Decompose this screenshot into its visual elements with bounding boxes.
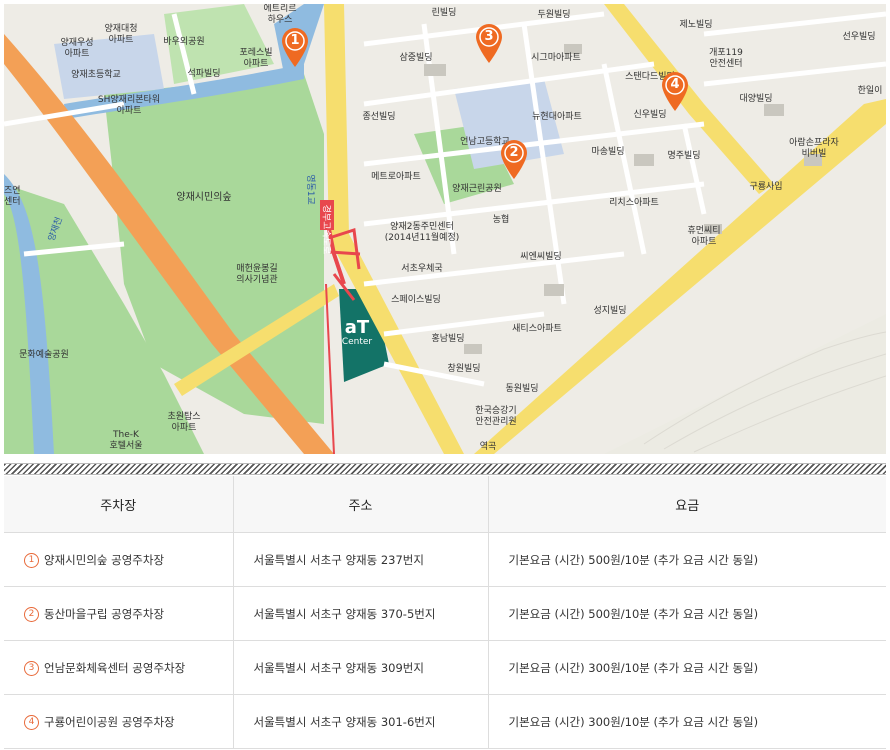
table-header-row: 주차장 주소 요금 — [4, 476, 886, 533]
label-forest-apt: 포레스빌 아파트 — [239, 48, 273, 69]
table-row: 2 동산마을구립 공영주차장 서울특별시 서초구 양재동 370-5번지 기본요금… — [4, 586, 886, 641]
table-row: 1 양재시민의숲 공영주차장 서울특별시 서초구 양재동 237번지 기본요금 (… — [4, 532, 886, 587]
number-badge: 3 — [24, 660, 39, 676]
label-richis: 리치스아파트 — [609, 198, 659, 208]
at-center-label: aT Center — [341, 317, 373, 348]
label-culture-park: 문화예술공원 — [19, 350, 69, 360]
parking-name: 3 언남문화체육센터 공영주차장 — [4, 640, 234, 695]
label-myeongju: 명주빌딩 — [667, 151, 701, 161]
label-yangjae-park: 양재근린공원 — [452, 184, 502, 194]
label-baeuoe-park: 바우외공원 — [163, 37, 205, 47]
hatched-divider — [4, 463, 886, 475]
label-seonwoo: 선우빌딩 — [842, 32, 876, 42]
label-huemen-apt: 휴먼씨티 아파트 — [687, 226, 721, 247]
number-badge: 2 — [24, 606, 39, 622]
label-yangjae-daecheong-apt: 양재대청 아파트 — [104, 24, 138, 45]
label-rinbil: 린빌딩 — [431, 8, 457, 18]
label-seongji: 성지빌딩 — [593, 306, 627, 316]
map-pin-4[interactable]: 4 — [660, 70, 690, 112]
map[interactable]: 양재대청 아파트 양재우성 아파트 양재초등학교 SH양재리본타워 아파트 바우외공원… — [4, 4, 886, 454]
label-seokpa: 석파빌딩 — [187, 69, 221, 79]
parking-name: 1 양재시민의숲 공영주차장 — [4, 532, 234, 587]
label-yangjae-usung-apt: 양재우성 아파트 — [60, 38, 94, 59]
label-hanawo: 에트리르 하우스 — [263, 4, 297, 25]
parking-address: 서울특별시 서초구 양재동 370-5번지 — [233, 586, 489, 641]
label-hanil: 한일이 — [857, 86, 883, 96]
label-changwon: 창원빌딩 — [447, 364, 481, 374]
label-gaepo119: 개포119 안전센터 — [709, 48, 743, 69]
label-yangjaesimin: 양재시민의숲 — [176, 192, 232, 203]
label-jenobil: 제노빌딩 — [679, 20, 713, 30]
header-parking: 주차장 — [4, 476, 234, 533]
label-road-gyeongbu: 경부고속도로 — [320, 204, 331, 255]
parking-address: 서울특별시 서초구 양재동 301-6번지 — [233, 694, 489, 749]
label-thek: The-K 호텔서울 — [109, 430, 143, 451]
header-address: 주소 — [233, 476, 489, 533]
label-sh-apt: SH양재리본타워 아파트 — [97, 95, 161, 116]
parking-name: 4 구룡어린이공원 공영주차장 — [4, 694, 234, 749]
label-memorial: 매헌윤봉길 의사기념관 — [236, 264, 278, 285]
label-arirang: 아람손프라자 비버빌 — [789, 138, 839, 159]
number-badge: 1 — [24, 552, 39, 568]
label-newhanil-apt: 뉴현대아파트 — [532, 112, 582, 122]
parking-table: 주차장 주소 요금 1 양재시민의숲 공영주차장 서울특별시 서초구 양재동 23… — [4, 476, 886, 749]
label-guryongsa: 구룡사입 — [749, 182, 783, 192]
parking-name: 2 동산마을구립 공영주차장 — [4, 586, 234, 641]
parking-fee: 기본요금 (시간) 300원/10분 (추가 요금 시간 동일) — [488, 640, 886, 695]
map-pin-1[interactable]: 1 — [280, 26, 310, 68]
map-pin-3[interactable]: 3 — [474, 22, 504, 64]
label-yangjae2-center: 양재2동주민센터 (2014년11월예정) — [384, 222, 460, 243]
label-dongwon: 동원빌딩 — [505, 384, 539, 394]
parking-address: 서울특별시 서초구 양재동 237번지 — [233, 532, 489, 587]
table-row: 3 언남문화체육센터 공영주차장 서울특별시 서초구 양재동 309번지 기본요금… — [4, 640, 886, 695]
label-center-left: 즈연 센터 — [4, 186, 21, 207]
map-pin-2[interactable]: 2 — [499, 138, 529, 180]
parking-fee: 기본요금 (시간) 500원/10분 (추가 요금 시간 동일) — [488, 586, 886, 641]
label-duwon: 두원빌딩 — [537, 10, 571, 20]
label-space: 스페이스빌딩 — [391, 295, 441, 305]
label-seocho-post: 서초우체국 — [401, 264, 443, 274]
parking-fee: 기본요금 (시간) 500원/10분 (추가 요금 시간 동일) — [488, 532, 886, 587]
label-masung: 마송빌딩 — [591, 147, 625, 157]
label-yangjae-elem: 양재초등학교 — [71, 70, 121, 80]
label-chowon-apt: 초원탑스 아파트 — [167, 412, 201, 433]
label-daeyang: 대양빌딩 — [739, 94, 773, 104]
label-hongnam: 홍남빌딩 — [431, 334, 465, 344]
parking-fee: 기본요금 (시간) 300원/10분 (추가 요금 시간 동일) — [488, 694, 886, 749]
label-metro-apt: 메트로아파트 — [371, 172, 421, 182]
number-badge: 4 — [24, 714, 39, 730]
label-ssien: 씨엔씨빌딩 — [520, 252, 562, 262]
header-fee: 요금 — [488, 476, 886, 533]
label-jongseon: 종선빌딩 — [362, 112, 396, 122]
label-sigma-apt: 시그마아파트 — [531, 53, 581, 63]
label-samjung: 삼중빌딩 — [399, 53, 433, 63]
label-hankook: 한국승강기 안전관리원 — [475, 406, 517, 427]
label-road-yeongdong: 영동1교 — [304, 174, 315, 205]
table-row: 4 구룡어린이공원 공영주차장 서울특별시 서초구 양재동 301-6번지 기본요… — [4, 694, 886, 749]
label-nonghyup: 농협 — [492, 215, 510, 225]
parking-address: 서울특별시 서초구 양재동 309번지 — [233, 640, 489, 695]
label-saetis-apt: 새티스아파트 — [512, 324, 562, 334]
label-yeokgu: 역곡 — [479, 442, 497, 452]
